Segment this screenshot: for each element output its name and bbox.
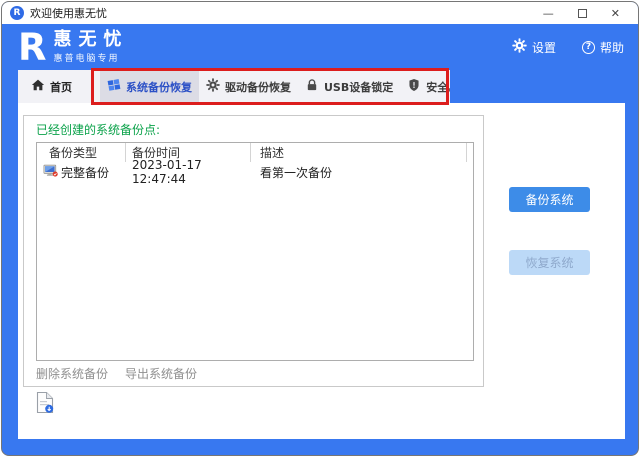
app-name: 惠无忧 [54, 30, 129, 50]
maximize-button[interactable] [578, 9, 587, 18]
brand-block: 惠无忧 惠普电脑专用 [54, 30, 129, 65]
app-header: R 惠无忧 惠普电脑专用 [2, 24, 638, 70]
tab-safety-island[interactable]: 安全岛 [400, 70, 450, 103]
tab-driver-backup-restore[interactable]: 驱动备份恢复 [199, 70, 298, 103]
tab-label: 系统备份恢复 [126, 79, 192, 95]
window-title: 欢迎使用惠无忧 [30, 5, 107, 21]
tab-label: 驱动备份恢复 [225, 79, 291, 95]
tab-label: 首页 [50, 79, 72, 95]
app-subtitle: 惠普电脑专用 [54, 51, 129, 64]
windows-flag-icon [107, 78, 121, 95]
lock-icon [305, 78, 319, 95]
delete-backup-link[interactable]: 删除系统备份 [36, 365, 108, 382]
home-icon [31, 78, 45, 95]
row-backup-desc: 看第一次备份 [251, 164, 467, 181]
list-actions: 删除系统备份 导出系统备份 [36, 365, 197, 382]
content-panel: 已经创建的系统备份点: 备份类型 备份时间 描述 [18, 103, 625, 439]
backup-points-groupbox: 已经创建的系统备份点: 备份类型 备份时间 描述 [23, 115, 484, 387]
column-header-desc[interactable]: 描述 [251, 143, 467, 162]
row-backup-time: 2023-01-17 12:47:44 [126, 158, 251, 186]
minimize-button[interactable]: — [543, 8, 554, 19]
list-header: 备份类型 备份时间 描述 [37, 143, 473, 162]
app-icon: R [10, 6, 24, 20]
settings-label: 设置 [532, 39, 556, 56]
export-backup-link[interactable]: 导出系统备份 [125, 365, 197, 382]
close-button[interactable]: ✕ [611, 8, 620, 19]
row-backup-type: 完整备份 [61, 164, 109, 181]
backup-list[interactable]: 备份类型 备份时间 描述 [36, 142, 474, 361]
tab-label: 安全岛 [426, 79, 450, 95]
brand-logo: R [18, 29, 45, 66]
tab-usb-device-lock[interactable]: USB设备锁定 [298, 70, 400, 103]
title-bar: R 欢迎使用惠无忧 — ✕ [2, 2, 638, 24]
backup-system-button[interactable]: 备份系统 [509, 187, 590, 212]
log-document-icon[interactable] [36, 391, 55, 414]
tab-label: USB设备锁定 [324, 79, 393, 95]
tab-home[interactable]: 首页 [18, 70, 84, 103]
settings-button[interactable]: 设置 [512, 38, 556, 56]
column-header-type[interactable]: 备份类型 [37, 143, 126, 162]
gear-icon [512, 38, 527, 56]
header-actions: 设置 ? 帮助 [512, 38, 624, 56]
tab-bar: 首页 系统备份恢复 [18, 70, 450, 103]
help-label: 帮助 [600, 39, 624, 56]
window-controls: — ✕ [543, 8, 630, 19]
tab-system-backup-restore[interactable]: 系统备份恢复 [100, 70, 199, 103]
full-backup-icon [43, 163, 58, 181]
help-icon: ? [582, 41, 595, 54]
section-label: 已经创建的系统备份点: [36, 121, 160, 138]
app-window: R 欢迎使用惠无忧 — ✕ R 惠无忧 惠普电脑专用 [1, 1, 639, 456]
shield-icon [407, 78, 421, 95]
help-button[interactable]: ? 帮助 [582, 39, 624, 56]
gear-icon [206, 78, 220, 95]
restore-system-button-disabled[interactable]: 恢复系统 [509, 250, 590, 275]
table-row[interactable]: 完整备份 2023-01-17 12:47:44 看第一次备份 [37, 162, 473, 182]
